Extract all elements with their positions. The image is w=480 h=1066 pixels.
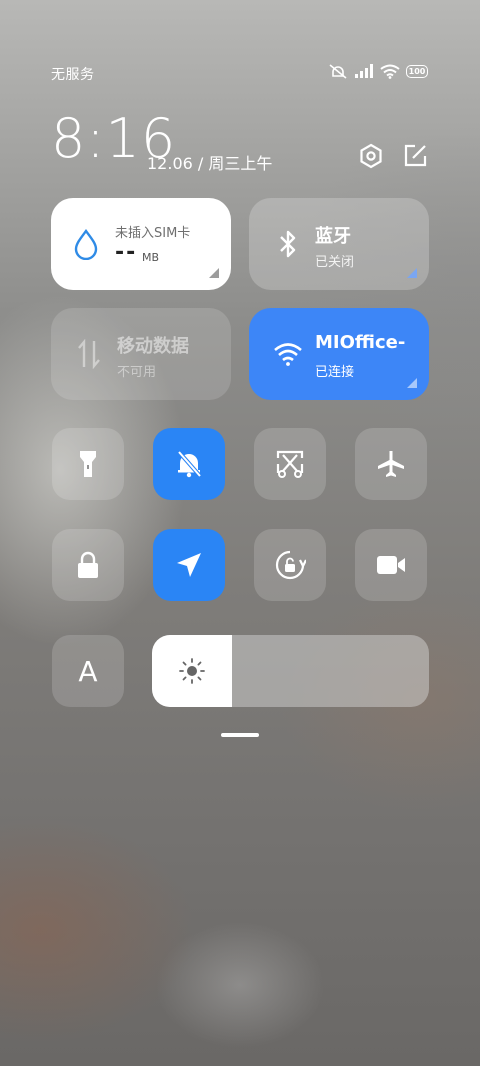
mute-vibrate-icon [329,64,347,79]
location-button[interactable] [153,529,225,601]
sun-icon [179,658,205,684]
location-arrow-icon [177,553,201,577]
wifi-status: 已连接 [315,365,355,380]
mobile-data-title: 移动数据 [117,336,189,357]
edit-icon[interactable] [402,143,428,169]
battery-icon: 100 [406,64,428,78]
font-size-button[interactable]: A [52,635,124,707]
expand-corner [407,378,417,388]
water-drop-icon [74,229,98,260]
expand-corner [407,268,417,278]
mute-button[interactable] [153,428,225,500]
video-camera-icon [377,556,405,574]
mobile-data-status: 不可用 [117,365,157,380]
flashlight-icon [80,451,96,477]
airplane-mode-button[interactable] [355,428,427,500]
expand-corner [209,268,219,278]
wifi-icon [274,343,302,366]
lock-icon [78,551,98,578]
rotation-lock-icon [275,550,306,580]
data-usage-tile[interactable]: 未插入SIM卡 -- MB [51,198,231,290]
scissors-icon [276,450,304,478]
mobile-data-tile[interactable]: 移动数据 不可用 [51,308,231,400]
flashlight-button[interactable] [52,428,124,500]
rotation-lock-button[interactable] [254,529,326,601]
bell-off-icon [177,450,202,478]
date: 12.06 / 周三上午 [147,154,273,173]
sim-status: 未插入SIM卡 [115,226,191,241]
signal-icon [355,64,373,78]
brightness-slider[interactable] [152,635,429,707]
bluetooth-icon [280,230,296,258]
settings-icon[interactable] [358,143,384,169]
font-size-label: A [78,654,98,688]
drag-handle[interactable] [221,733,259,737]
bluetooth-status: 已关闭 [315,255,355,270]
wifi-ssid: MIOffice- [315,332,406,353]
wifi-tile[interactable]: MIOffice- 已连接 [249,308,429,400]
bluetooth-title: 蓝牙 [315,226,351,247]
data-arrows-icon [78,339,100,369]
data-value: -- [115,240,138,265]
lock-screen-button[interactable] [52,529,124,601]
airplane-icon [378,451,404,477]
wifi-icon [380,64,400,79]
screenshot-button[interactable] [254,428,326,500]
status-icons: 100 [328,63,428,79]
data-unit: MB [142,251,160,264]
bluetooth-tile[interactable]: 蓝牙 已关闭 [249,198,429,290]
screen-record-button[interactable] [355,529,427,601]
carrier-status: 无服务 [51,67,95,83]
